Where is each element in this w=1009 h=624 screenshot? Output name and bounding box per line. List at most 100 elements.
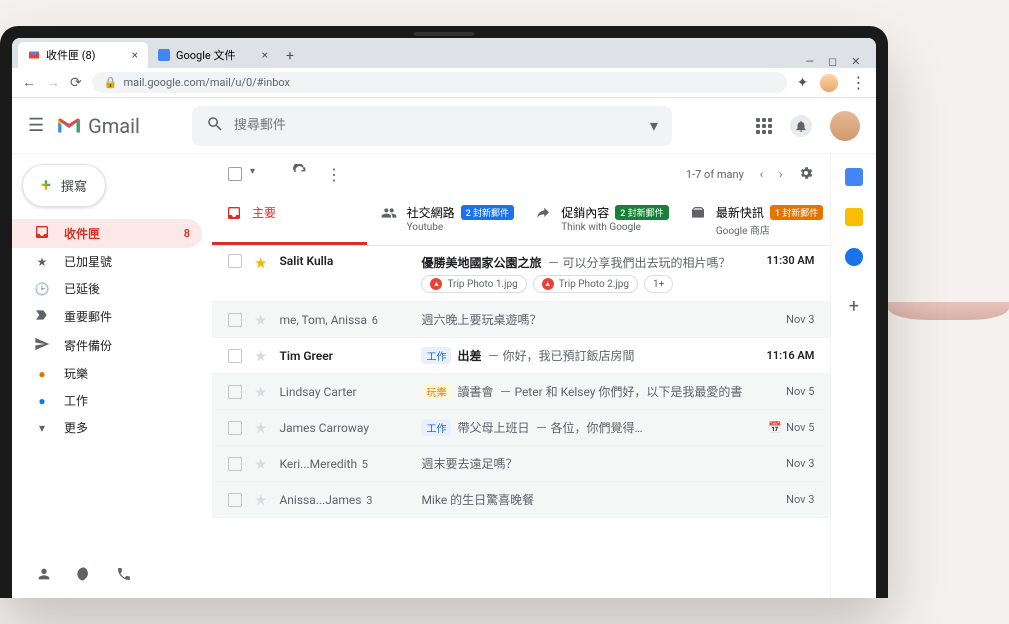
subject-area: 玩樂讀書會 － Peter 和 Kelsey 你們好，以下是我最愛的書 [421, 383, 742, 400]
calendar-icon[interactable] [845, 168, 863, 186]
address-bar: ← → ⟳ 🔒 mail.google.com/mail/u/0/#inbox … [12, 68, 876, 98]
tag-play-icon: ● [34, 367, 50, 381]
row-checkbox[interactable] [228, 493, 242, 507]
image-icon: ▲ [542, 278, 554, 290]
row-checkbox[interactable] [228, 385, 242, 399]
star-icon[interactable]: ★ [254, 311, 267, 329]
category-icon [381, 205, 397, 225]
date: Nov 3 [754, 313, 814, 326]
browser-tab-active[interactable]: 收件匣 (8) × [18, 42, 148, 68]
more-icon[interactable]: ⋮ [326, 165, 342, 184]
sidebar-item-more[interactable]: ▾更多 [12, 414, 202, 441]
star-icon[interactable]: ★ [254, 347, 267, 365]
keep-icon[interactable] [845, 208, 863, 226]
prev-page-icon[interactable]: ‹ [760, 168, 763, 181]
mail-row[interactable]: ★ Lindsay Carter 玩樂讀書會 － Peter 和 Kelsey … [212, 374, 830, 410]
star-icon[interactable]: ★ [254, 491, 267, 509]
sender: Salit Kulla [279, 254, 409, 268]
sidebar-item-important[interactable]: 重要郵件 [12, 302, 202, 331]
subject-area: 工作出差 － 你好，我已預訂飯店房間 [421, 347, 742, 364]
label-tag: 玩樂 [421, 383, 451, 400]
category-tab[interactable]: 社交網路2 封新郵件Youtube [367, 194, 522, 245]
mail-row[interactable]: ★ Keri...Meredith 5 週末要去遠足嗎？ Nov 3 [212, 446, 830, 482]
search-box[interactable]: ▾ [192, 106, 672, 146]
new-badge: 2 封新郵件 [615, 205, 668, 220]
new-tab-button[interactable]: + [278, 44, 302, 68]
mail-row[interactable]: ★ Tim Greer 工作出差 － 你好，我已預訂飯店房間 11:16 AM [212, 338, 830, 374]
hangouts-icon[interactable] [76, 566, 92, 586]
inbox-icon [34, 224, 50, 243]
search-options-icon[interactable]: ▾ [650, 116, 658, 135]
star-icon: ★ [34, 255, 50, 269]
category-tab[interactable]: 最新快訊1 封新郵件Google 商店 [676, 194, 831, 245]
google-apps-icon[interactable] [756, 118, 772, 134]
star-icon[interactable]: ★ [254, 455, 267, 473]
menu-icon[interactable]: ☰ [28, 115, 44, 136]
row-checkbox[interactable] [228, 421, 242, 435]
gmail-logo[interactable]: Gmail [56, 114, 140, 138]
compose-button[interactable]: + 撰寫 [22, 164, 106, 207]
refresh-icon[interactable] [292, 164, 308, 184]
attachment-more[interactable]: 1+ [644, 275, 673, 293]
tab-title: Google 文件 [176, 47, 235, 63]
close-window-icon[interactable]: ✕ [851, 55, 860, 68]
mail-row[interactable]: ★ me, Tom, Anissa 6 週六晚上要玩桌遊嗎？ Nov 3 [212, 302, 830, 338]
sidebar-item-star[interactable]: ★已加星號 [12, 248, 202, 275]
star-icon[interactable]: ★ [254, 419, 267, 437]
mail-row[interactable]: ★ Salit Kulla 優勝美地國家公園之旅 － 可以分享我們出去玩的相片嗎… [212, 246, 830, 302]
sidebar-item-tag-work[interactable]: ●工作 [12, 387, 202, 414]
sidebar-item-tag-play[interactable]: ●玩樂 [12, 360, 202, 387]
maximize-icon[interactable]: ◻ [828, 55, 837, 68]
new-badge: 1 封新郵件 [770, 205, 823, 220]
person-icon[interactable] [36, 566, 52, 586]
row-checkbox[interactable] [228, 457, 242, 471]
search-input[interactable] [234, 118, 650, 133]
date: 11:16 AM [754, 349, 814, 362]
tasks-icon[interactable] [845, 248, 863, 266]
settings-gear-icon[interactable] [798, 165, 814, 184]
phone-icon[interactable] [116, 566, 132, 586]
forward-icon[interactable]: → [46, 74, 60, 91]
more-icon: ▾ [34, 421, 50, 435]
subject-area: 週六晚上要玩桌遊嗎？ [421, 311, 742, 328]
star-icon[interactable]: ★ [254, 254, 267, 272]
close-tab-icon[interactable]: × [262, 48, 268, 62]
subject-area: 工作帶父母上班日 － 各位，你們覺得… [421, 419, 742, 436]
attachment-chip[interactable]: ▲Trip Photo 1.jpg [421, 275, 526, 293]
browser-tab[interactable]: Google 文件 × [148, 42, 278, 68]
star-icon[interactable]: ★ [254, 383, 267, 401]
category-tab[interactable]: 促銷內容2 封新郵件Think with Google [521, 194, 676, 245]
add-addon-icon[interactable]: + [849, 296, 859, 317]
next-page-icon[interactable]: › [779, 168, 782, 181]
sender: James Carroway [279, 421, 409, 435]
close-tab-icon[interactable]: × [132, 48, 138, 62]
category-tab[interactable]: 主要 [212, 194, 367, 245]
new-badge: 2 封新郵件 [461, 205, 514, 220]
attachment-chip[interactable]: ▲Trip Photo 2.jpg [533, 275, 638, 293]
search-icon [206, 115, 224, 137]
profile-avatar-icon[interactable] [820, 74, 838, 92]
extensions-icon[interactable]: ✦ [797, 75, 809, 91]
label-tag: 工作 [421, 419, 451, 436]
account-avatar[interactable] [830, 111, 860, 141]
sidebar-item-sent[interactable]: 寄件備份 [12, 331, 202, 360]
select-all-checkbox[interactable] [228, 167, 242, 181]
subject-area: 優勝美地國家公園之旅 － 可以分享我們出去玩的相片嗎？▲Trip Photo 1… [421, 254, 742, 293]
subject-area: 週末要去遠足嗎？ [421, 455, 742, 472]
sidebar-item-inbox[interactable]: 收件匣8 [12, 219, 202, 248]
row-checkbox[interactable] [228, 349, 242, 363]
date: 11:30 AM [754, 254, 814, 267]
browser-tab-strip: 收件匣 (8) × Google 文件 × + — ◻ ✕ [12, 38, 876, 68]
sidebar-item-clock[interactable]: 🕒已延後 [12, 275, 202, 302]
category-icon [690, 205, 706, 225]
browser-menu-icon[interactable]: ⋮ [850, 73, 866, 92]
row-checkbox[interactable] [228, 313, 242, 327]
url-input[interactable]: 🔒 mail.google.com/mail/u/0/#inbox [92, 72, 787, 93]
row-checkbox[interactable] [228, 254, 242, 268]
reload-icon[interactable]: ⟳ [70, 75, 82, 91]
minimize-icon[interactable]: — [805, 55, 814, 68]
back-icon[interactable]: ← [22, 74, 36, 91]
mail-row[interactable]: ★ Anissa...James 3 Mike 的生日驚喜晚餐 Nov 3 [212, 482, 830, 518]
mail-row[interactable]: ★ James Carroway 工作帶父母上班日 － 各位，你們覺得… 📅No… [212, 410, 830, 446]
notifications-icon[interactable] [790, 115, 812, 137]
